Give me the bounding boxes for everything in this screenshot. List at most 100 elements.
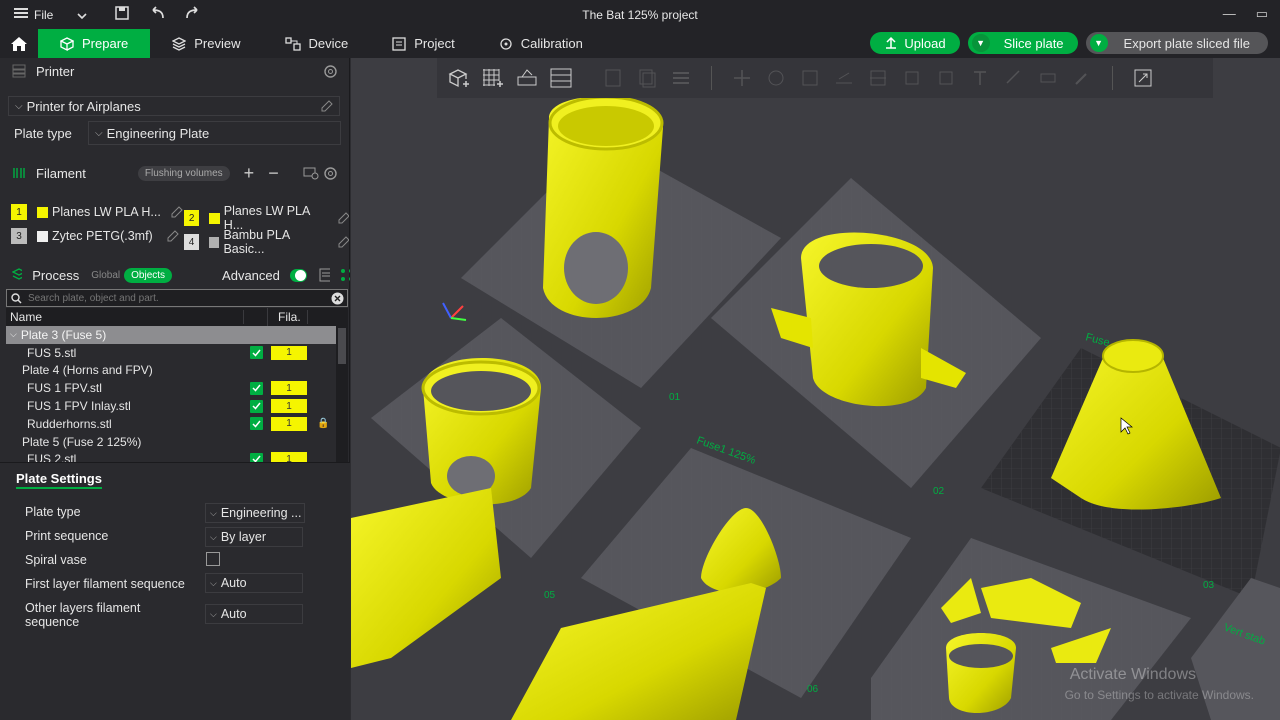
plate-row[interactable]: Plate 4 (Horns and FPV)	[6, 362, 348, 380]
assembly-icon	[1034, 65, 1062, 91]
add-filament-icon[interactable]: +	[244, 163, 255, 184]
document-icon	[392, 36, 406, 51]
edit-icon[interactable]	[338, 212, 349, 224]
edit-icon[interactable]	[321, 100, 333, 112]
plate-type-select[interactable]: ⌵ Engineering Plate	[88, 121, 341, 145]
process-global-toggle[interactable]: Global	[89, 270, 122, 281]
home-button[interactable]	[0, 29, 38, 58]
plate-row[interactable]: Plate 5 (Fuse 2 125%)	[6, 433, 348, 451]
ps-plate-type-select[interactable]: ⌵ Engineering ...	[205, 503, 305, 523]
object-list-scrollbar[interactable]	[336, 308, 348, 462]
support-paint-icon	[898, 65, 926, 91]
printer-select[interactable]: ⌵ Printer for Airplanes	[8, 96, 340, 116]
spiral-vase-checkbox[interactable]	[206, 552, 220, 566]
lock-icon[interactable]: 🔒	[317, 418, 329, 429]
export-plate-button[interactable]: ▼ Export plate sliced file	[1085, 32, 1268, 54]
file-menu[interactable]: File	[14, 7, 87, 22]
lay-flat-icon	[830, 65, 858, 91]
upload-button[interactable]: Upload	[870, 32, 960, 54]
sync-icon[interactable]	[303, 166, 319, 180]
filament-name: Bambu PLA Basic...	[223, 228, 290, 256]
checkbox-checked[interactable]	[250, 399, 263, 413]
flushing-volumes-button[interactable]: Flushing volumes	[137, 165, 230, 181]
filament-slot-4[interactable]: 4 Bambu PLA Basic...	[184, 228, 349, 256]
model-wing-left[interactable]	[351, 488, 501, 668]
copy-icon	[633, 65, 661, 91]
process-section-header: Process Global Objects Advanced	[0, 262, 350, 288]
print-sequence-select[interactable]: ⌵ By layer	[205, 527, 303, 547]
column-name: Name	[6, 310, 244, 324]
object-row[interactable]: Rudderhorns.stl 1 🔒	[6, 415, 348, 433]
edit-icon[interactable]	[167, 230, 179, 242]
view-settings-icon[interactable]	[1129, 65, 1157, 91]
filament-settings-icon[interactable]	[323, 166, 338, 181]
object-row[interactable]: FUS 2.stl 1	[6, 451, 348, 462]
object-row[interactable]: FUS 1 FPV.stl 1	[6, 379, 348, 397]
plate-type-label: Plate type	[14, 126, 72, 141]
tab-preview[interactable]: Preview	[150, 29, 262, 58]
checkbox-checked[interactable]	[250, 452, 263, 462]
edit-icon[interactable]	[338, 236, 349, 248]
object-row[interactable]: FUS 5.stl 1	[6, 344, 348, 362]
plate-row[interactable]: ⌵ Plate 3 (Fuse 5)	[6, 326, 336, 344]
minimize-icon[interactable]: —	[1223, 6, 1236, 22]
advanced-toggle[interactable]	[289, 268, 308, 282]
network-icon[interactable]	[340, 268, 350, 282]
process-objects-toggle[interactable]: Objects	[124, 267, 173, 283]
save-icon[interactable]	[115, 6, 130, 23]
tab-device[interactable]: Device	[263, 29, 371, 58]
arrange-icon[interactable]	[513, 65, 541, 91]
filament-swatch	[37, 206, 48, 218]
clear-search-icon[interactable]	[331, 292, 344, 305]
add-cube-icon[interactable]	[445, 65, 473, 91]
search-input[interactable]	[28, 292, 318, 304]
plate-number: 02	[933, 486, 945, 497]
model-fus2[interactable]	[421, 358, 541, 505]
undo-icon[interactable]	[149, 6, 165, 23]
object-search[interactable]	[6, 289, 348, 307]
filament-selector[interactable]: 1	[271, 452, 307, 462]
plate-layout-icon[interactable]	[547, 65, 575, 91]
checkbox-checked[interactable]	[250, 417, 263, 431]
checkbox-checked[interactable]	[250, 381, 263, 395]
tab-project[interactable]: Project	[370, 29, 476, 58]
redo-icon[interactable]	[185, 6, 201, 23]
model-fus5[interactable]	[543, 95, 664, 318]
filament-swatch	[209, 212, 220, 224]
checkbox-checked[interactable]	[250, 346, 263, 360]
calibration-icon	[500, 37, 512, 50]
export-dropdown-icon[interactable]: ▼	[1089, 34, 1108, 52]
device-icon	[284, 36, 301, 51]
filament-selector[interactable]: 1	[271, 399, 307, 414]
remove-filament-icon[interactable]: −	[268, 163, 279, 184]
filament-selector[interactable]: 1	[271, 381, 307, 396]
ps-plate-type-label: Plate type	[25, 505, 81, 519]
filament-slot-1[interactable]: 1 Planes LW PLA H...	[11, 204, 183, 220]
viewport-3d[interactable]: 01 02 03 05 06 Fuse1 125% Fuse Vert stab	[351, 58, 1280, 720]
tab-prepare[interactable]: Prepare	[38, 29, 151, 58]
maximize-icon[interactable]: ▭	[1256, 6, 1268, 22]
filament-selector[interactable]: 1	[271, 416, 307, 431]
first-layer-select[interactable]: ⌵ Auto	[205, 573, 303, 593]
column-fila: Fila.	[268, 310, 308, 324]
advanced-label: Advanced	[222, 267, 280, 283]
first-layer-label: First layer filament sequence	[25, 577, 185, 591]
object-row[interactable]: FUS 1 FPV Inlay.stl 1	[6, 397, 348, 415]
slice-dropdown-icon[interactable]: ▼	[971, 34, 990, 52]
plate-settings-title[interactable]: Plate Settings	[16, 471, 102, 489]
filament-selector[interactable]: 1	[271, 345, 307, 360]
list-icon[interactable]	[319, 268, 330, 282]
slice-plate-button[interactable]: ▼ Slice plate	[967, 32, 1078, 54]
grid-add-icon[interactable]	[479, 65, 507, 91]
edit-icon[interactable]	[171, 206, 183, 218]
windows-activation-title: Activate Windows	[1069, 666, 1196, 683]
printer-settings-icon[interactable]	[323, 64, 338, 79]
filament-slot-number: 3	[11, 228, 27, 244]
other-layers-select[interactable]: ⌵ Auto	[205, 604, 303, 624]
tab-calibration[interactable]: Calibration	[477, 29, 605, 58]
filament-slot-3[interactable]: 3 Zytec PETG(.3mf)	[11, 228, 179, 244]
title-bar: File The Bat 125% project — ▭	[0, 0, 1280, 29]
filament-swatch	[37, 230, 48, 242]
text-icon	[966, 65, 994, 91]
main-toolbar: Prepare Preview Device Project Calibrati…	[0, 29, 1280, 58]
